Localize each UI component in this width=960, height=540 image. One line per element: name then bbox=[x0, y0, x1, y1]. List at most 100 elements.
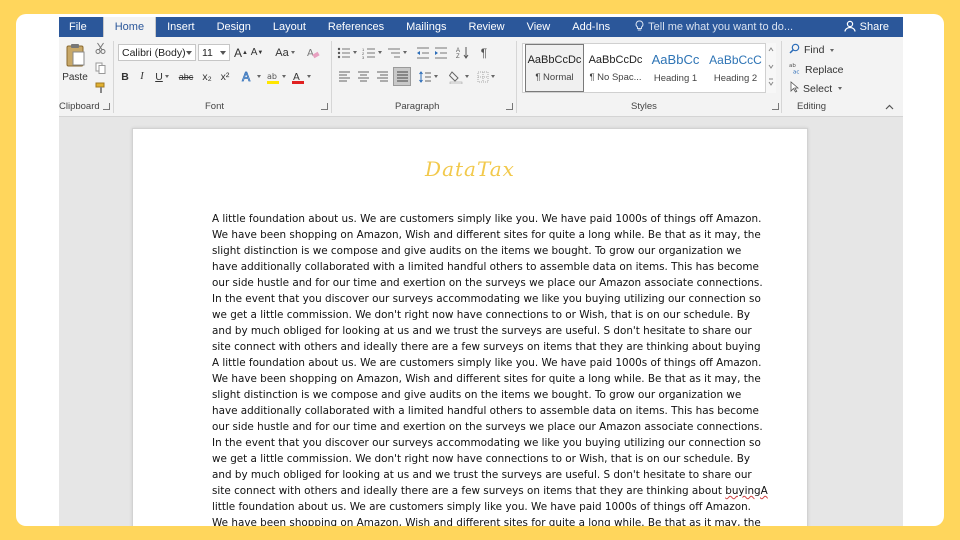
svg-text:ab: ab bbox=[267, 72, 277, 81]
tab-add-ins[interactable]: Add-Ins bbox=[561, 17, 621, 37]
find-button[interactable]: Find bbox=[789, 43, 835, 57]
text-line: slight distinction is we compose and giv… bbox=[212, 389, 742, 401]
sort-icon[interactable]: AZ bbox=[455, 44, 471, 61]
cursor-arrow-icon bbox=[789, 81, 800, 96]
tab-review[interactable]: Review bbox=[458, 17, 516, 37]
group-separator bbox=[781, 41, 782, 113]
styles-gallery-scroll[interactable] bbox=[765, 43, 776, 93]
styles-launcher-icon[interactable] bbox=[772, 103, 779, 110]
font-size-value: 11 bbox=[202, 46, 213, 59]
font-group-label: Font bbox=[205, 101, 225, 112]
superscript-button[interactable]: x² bbox=[217, 68, 233, 85]
svg-text:3: 3 bbox=[362, 55, 365, 59]
tab-layout[interactable]: Layout bbox=[262, 17, 317, 37]
text-line: A little foundation about us. We are cus… bbox=[212, 357, 762, 369]
style-normal[interactable]: AaBbCcDc ¶ Normal bbox=[525, 44, 584, 92]
paragraph-launcher-icon[interactable] bbox=[506, 103, 513, 110]
tab-mailings[interactable]: Mailings bbox=[395, 17, 457, 37]
share-button[interactable]: Share bbox=[844, 17, 889, 37]
collapse-ribbon-icon[interactable] bbox=[883, 101, 895, 113]
text-line: A little foundation about us. We are cus… bbox=[212, 213, 762, 225]
copy-icon[interactable] bbox=[93, 61, 107, 75]
cut-icon[interactable] bbox=[93, 41, 107, 55]
svg-text:Z: Z bbox=[456, 54, 460, 59]
multilevel-list-icon[interactable] bbox=[386, 44, 408, 61]
font-size-select[interactable]: 11 bbox=[198, 44, 230, 61]
italic-button[interactable]: I bbox=[136, 68, 148, 85]
tab-insert[interactable]: Insert bbox=[156, 17, 206, 37]
text-line: our side hustle and for our time and exe… bbox=[212, 421, 763, 433]
align-left-icon[interactable] bbox=[336, 68, 352, 85]
text-line: we get a little commission. We don't rig… bbox=[212, 453, 750, 465]
group-separator bbox=[331, 41, 332, 113]
font-family-select[interactable]: Calibri (Body) bbox=[118, 44, 196, 61]
style-heading-2[interactable]: AaBbCcC Heading 2 bbox=[706, 44, 765, 92]
shrink-font-button[interactable]: A ▼ bbox=[250, 44, 264, 61]
share-label: Share bbox=[859, 21, 889, 33]
text-line: slight distinction is we compose and giv… bbox=[212, 245, 742, 257]
editing-group-label: Editing bbox=[797, 101, 827, 112]
shading-icon[interactable] bbox=[447, 68, 471, 85]
svg-text:A: A bbox=[307, 48, 314, 59]
document-body[interactable]: A little foundation about us. We are cus… bbox=[212, 211, 768, 526]
justify-icon[interactable] bbox=[393, 67, 411, 86]
text-effects-icon[interactable]: A bbox=[241, 68, 261, 85]
bold-label: B bbox=[121, 70, 129, 83]
tab-design[interactable]: Design bbox=[206, 17, 262, 37]
grow-font-button[interactable]: A ▲ bbox=[234, 44, 248, 61]
align-center-icon[interactable] bbox=[355, 68, 371, 85]
tell-me-box[interactable]: Tell me what you want to do... bbox=[621, 17, 793, 37]
increase-indent-icon[interactable] bbox=[433, 44, 449, 61]
tab-home[interactable]: Home bbox=[102, 17, 157, 37]
show-formatting-icon[interactable]: ¶ bbox=[476, 44, 492, 61]
change-case-button[interactable]: Aa bbox=[273, 44, 297, 61]
group-separator bbox=[113, 41, 114, 113]
font-launcher-icon[interactable] bbox=[321, 103, 328, 110]
style-preview: AaBbCcC bbox=[709, 52, 762, 67]
bullets-icon[interactable] bbox=[336, 44, 358, 61]
font-color-icon[interactable]: A bbox=[290, 68, 312, 85]
document-canvas: DataTax A little foundation about us. We… bbox=[59, 118, 903, 526]
change-case-label: Aa bbox=[275, 46, 289, 59]
text-line: and by much obliged for looking at us an… bbox=[212, 325, 752, 337]
document-page[interactable]: DataTax A little foundation about us. We… bbox=[132, 128, 808, 526]
paste-button[interactable]: Paste bbox=[61, 41, 89, 85]
select-button[interactable]: Select bbox=[789, 81, 843, 96]
style-preview: AaBbCc bbox=[651, 52, 700, 67]
style-heading-1[interactable]: AaBbCc Heading 1 bbox=[646, 44, 705, 92]
style-name: Heading 2 bbox=[713, 72, 758, 84]
tab-view[interactable]: View bbox=[516, 17, 562, 37]
align-right-icon[interactable] bbox=[374, 68, 390, 85]
word-window: File Home Insert Design Layout Reference… bbox=[59, 17, 903, 526]
clipboard-group-label: Clipboard bbox=[59, 101, 100, 112]
line-spacing-icon[interactable] bbox=[417, 68, 439, 85]
tab-file[interactable]: File bbox=[59, 17, 103, 37]
paste-label: Paste bbox=[62, 72, 88, 83]
numbering-icon[interactable]: 123 bbox=[361, 44, 383, 61]
shrink-font-label: A bbox=[250, 47, 258, 58]
italic-label: I bbox=[140, 71, 144, 82]
text-line: and by much obliged for looking at us an… bbox=[212, 469, 752, 481]
borders-icon[interactable] bbox=[475, 68, 497, 85]
misspelled-word[interactable]: buyingA bbox=[725, 485, 768, 497]
underline-button[interactable]: U bbox=[153, 68, 171, 85]
replace-button[interactable]: ab ac Replace bbox=[789, 62, 844, 77]
style-name: ¶ No Spac... bbox=[589, 71, 642, 83]
styles-group-label: Styles bbox=[631, 101, 657, 112]
strikethrough-button[interactable]: abc bbox=[176, 68, 196, 85]
highlight-color-icon[interactable]: ab bbox=[265, 68, 287, 85]
style-preview: AaBbCcDc bbox=[527, 53, 582, 66]
subscript-label: x₂ bbox=[202, 70, 212, 83]
format-painter-icon[interactable] bbox=[93, 81, 107, 95]
font-family-value: Calibri (Body) bbox=[122, 46, 186, 59]
clear-formatting-icon[interactable]: A bbox=[305, 44, 321, 61]
subscript-button[interactable]: x₂ bbox=[199, 68, 215, 85]
style-no-spacing[interactable]: AaBbCcDc ¶ No Spac... bbox=[586, 44, 645, 92]
style-name: ¶ Normal bbox=[535, 71, 574, 83]
text-line: In the event that you discover our surve… bbox=[212, 293, 761, 305]
bold-button[interactable]: B bbox=[119, 68, 131, 85]
clipboard-launcher-icon[interactable] bbox=[103, 103, 110, 110]
decrease-indent-icon[interactable] bbox=[415, 44, 431, 61]
tab-references[interactable]: References bbox=[317, 17, 395, 37]
find-label: Find bbox=[804, 44, 825, 56]
